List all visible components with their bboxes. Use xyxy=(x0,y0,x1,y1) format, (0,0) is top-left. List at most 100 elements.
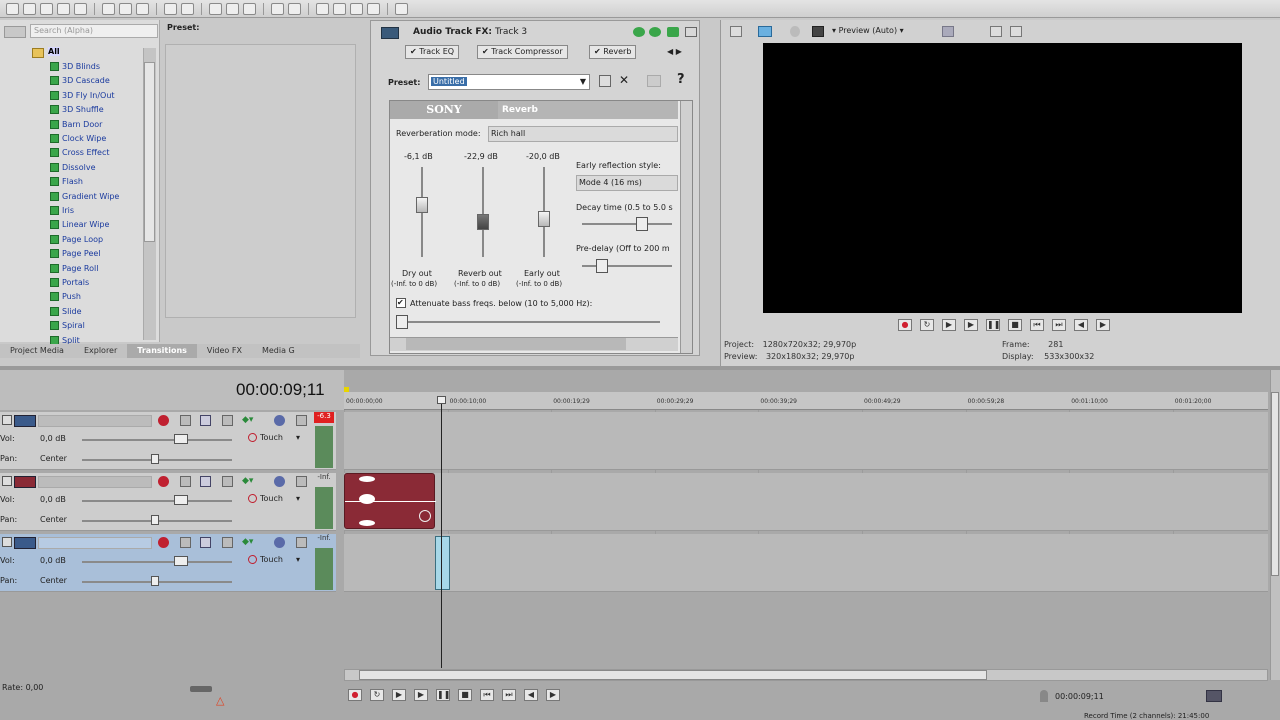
timeline-prev-frame-button[interactable]: ◀ xyxy=(524,689,538,701)
marker-icon[interactable] xyxy=(344,387,349,392)
external-monitor-icon[interactable] xyxy=(758,26,772,37)
track-name-field[interactable] xyxy=(38,476,152,488)
audio-event-clip[interactable] xyxy=(435,536,450,590)
automation-mode-dropdown[interactable]: Touch ▾ xyxy=(248,433,300,442)
transition-item[interactable]: Portals xyxy=(50,278,89,287)
automation-icon[interactable] xyxy=(200,537,211,548)
mute-icon[interactable] xyxy=(296,415,307,426)
save-icon[interactable] xyxy=(40,2,53,15)
bypass-icon[interactable] xyxy=(685,27,697,37)
track-fx-icon[interactable] xyxy=(180,476,191,487)
transition-item[interactable]: Cross Effect xyxy=(50,148,110,158)
automation-mode-dropdown[interactable]: Touch ▾ xyxy=(248,494,300,503)
play-from-start-button[interactable]: ▶ xyxy=(942,319,956,331)
paste-icon[interactable] xyxy=(136,2,149,15)
track-fx-icon[interactable] xyxy=(180,537,191,548)
reverb-mode-dropdown[interactable]: Rich hall xyxy=(488,126,678,142)
dry-out-slider[interactable] xyxy=(416,197,428,213)
snap-icon[interactable] xyxy=(209,2,222,15)
transition-item[interactable]: Dissolve xyxy=(50,162,96,172)
channel-meter-icon[interactable] xyxy=(1206,690,1222,702)
invert-phase-icon[interactable] xyxy=(222,537,233,548)
track-header-3[interactable]: ◆▾ Vol: 0,0 dB Pan: Center Touch ▾ -Inf. xyxy=(0,534,336,592)
plug-in-chain-icon[interactable] xyxy=(633,27,645,37)
ignore-grouping-icon[interactable] xyxy=(288,2,301,15)
attenuate-slider[interactable] xyxy=(396,315,408,329)
record-button[interactable]: ● xyxy=(898,319,912,331)
add-plug-in-icon[interactable] xyxy=(649,27,661,37)
transition-item[interactable]: Gradient Wipe xyxy=(50,191,119,201)
properties-icon[interactable] xyxy=(74,2,87,15)
video-fx-icon[interactable] xyxy=(790,26,800,37)
save-snapshot-icon[interactable] xyxy=(1010,26,1022,37)
timeline-loop-button[interactable]: ↻ xyxy=(370,689,384,701)
transition-item[interactable]: Page Loop xyxy=(50,234,103,244)
mute-icon[interactable] xyxy=(296,537,307,548)
track-motion-icon[interactable]: ◆▾ xyxy=(242,476,260,487)
loop-button[interactable]: ↻ xyxy=(920,319,934,331)
invert-phase-icon[interactable] xyxy=(222,415,233,426)
pan-slider[interactable] xyxy=(151,454,159,464)
track-fx-icon[interactable] xyxy=(180,415,191,426)
solo-icon[interactable] xyxy=(274,537,285,548)
transition-item[interactable]: Flash xyxy=(50,177,83,187)
track-expand-icon[interactable] xyxy=(2,415,12,425)
timecode-display[interactable]: 00:00:09;11 xyxy=(236,380,325,400)
timeline-pause-button[interactable]: ❚❚ xyxy=(436,689,450,701)
transition-item[interactable]: 3D Fly In/Out xyxy=(50,90,115,100)
timeline-stop-button[interactable]: ■ xyxy=(458,689,472,701)
volume-slider[interactable] xyxy=(174,495,188,505)
plugin-horizontal-scrollbar[interactable] xyxy=(390,337,678,351)
track-name-field[interactable] xyxy=(38,415,152,427)
view-toggle-button[interactable] xyxy=(4,26,26,38)
timeline-next-frame-button[interactable]: ▶ xyxy=(546,689,560,701)
volume-slider[interactable] xyxy=(174,434,188,444)
peak-value[interactable]: -Inf. xyxy=(314,473,334,484)
timeline-go-to-end-button[interactable]: ⏭ xyxy=(502,689,516,701)
transition-item[interactable]: Iris xyxy=(50,206,74,215)
event-fx-icon[interactable] xyxy=(419,510,431,522)
timeline-scrollbar-thumb[interactable] xyxy=(359,670,987,680)
timeline-horizontal-scrollbar[interactable] xyxy=(344,669,1268,681)
tree-scrollbar-thumb[interactable] xyxy=(144,62,155,242)
chain-scroll-arrows-icon[interactable]: ◀ ▶ xyxy=(667,47,682,56)
transition-item[interactable]: Push xyxy=(50,292,81,302)
pre-delay-slider[interactable] xyxy=(596,259,608,273)
peak-value[interactable]: -6.3 xyxy=(314,412,334,423)
transition-item[interactable]: 3D Blinds xyxy=(50,62,100,71)
rate-slider[interactable] xyxy=(190,686,212,692)
tab-video-fx[interactable]: Video FX xyxy=(197,344,252,358)
tab-project-media[interactable]: Project Media xyxy=(0,344,74,358)
zoom-tool-icon[interactable] xyxy=(367,2,380,15)
new-project-icon[interactable] xyxy=(6,2,19,15)
plugin-vertical-scrollbar[interactable] xyxy=(680,101,692,353)
go-to-start-button[interactable]: ⏮ xyxy=(1030,319,1044,331)
track-header-1[interactable]: ◆▾ Vol: 0,0 dB Pan: Center Touch ▾ -6.3 xyxy=(0,412,336,470)
arm-record-icon[interactable] xyxy=(158,415,169,426)
plugin-horizontal-scrollbar-thumb[interactable] xyxy=(406,338,626,350)
transition-item[interactable]: 3D Shuffle xyxy=(50,105,104,115)
auto-ripple-icon[interactable] xyxy=(243,2,256,15)
mute-icon[interactable] xyxy=(296,476,307,487)
automation-icon[interactable] xyxy=(200,415,211,426)
automation-icon[interactable] xyxy=(200,476,211,487)
next-frame-button[interactable]: ▶ xyxy=(1096,319,1110,331)
timeline-vscrollbar-thumb[interactable] xyxy=(1271,392,1279,576)
preset-thumbnails-pane[interactable] xyxy=(165,44,356,318)
attenuate-checkbox[interactable]: ✔ xyxy=(396,298,406,308)
early-out-slider[interactable] xyxy=(538,211,550,227)
pan-slider[interactable] xyxy=(151,576,159,586)
track-lane-1[interactable] xyxy=(344,412,1268,470)
plug-in-properties-icon[interactable] xyxy=(647,75,661,87)
transition-item[interactable]: Page Roll xyxy=(50,263,98,273)
reverb-out-slider[interactable] xyxy=(477,214,489,230)
timeline-play-button[interactable]: ▶ xyxy=(414,689,428,701)
chain-track-compressor-button[interactable]: ✔ Track Compressor xyxy=(477,45,568,59)
split-screen-icon[interactable] xyxy=(812,26,824,37)
volume-slider[interactable] xyxy=(174,556,188,566)
timeline-go-to-start-button[interactable]: ⏮ xyxy=(480,689,494,701)
play-button[interactable]: ▶ xyxy=(964,319,978,331)
tab-media-generators[interactable]: Media G xyxy=(252,344,305,358)
remove-plug-in-icon[interactable] xyxy=(667,27,679,37)
copy-snapshot-icon[interactable] xyxy=(990,26,1002,37)
